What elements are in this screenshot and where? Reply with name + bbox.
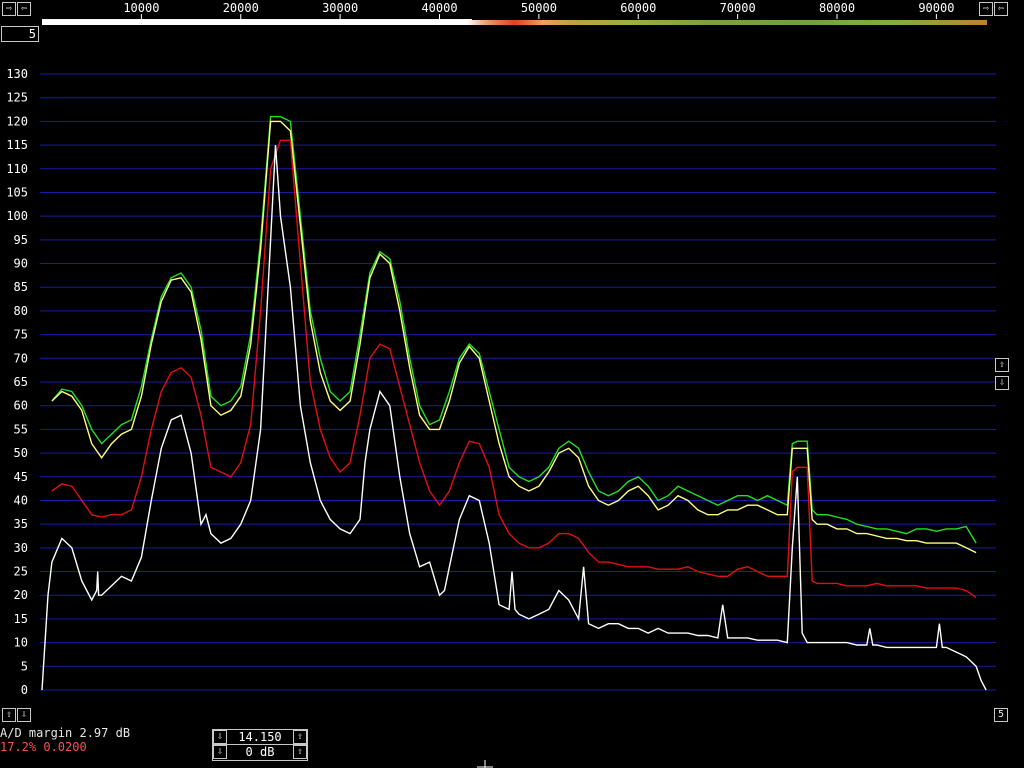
y-tick-label: 35: [14, 517, 28, 531]
ad-margin-label: A/D margin 2.97 dB: [0, 726, 131, 740]
white-spectrum-line: [41, 145, 987, 691]
top-axis-tick: 10000: [123, 1, 160, 15]
y-tick-label: 5: [21, 659, 28, 673]
y-tick-label: 80: [14, 304, 28, 318]
spectrum-chart: 0 5 10 15 20 25 30 35 40 45 50 55 60 65 70 75 80 85 90 95 10…: [6, 14, 996, 697]
scroll-left-button-end[interactable]: ⇦: [994, 2, 1008, 16]
y-tick-label: 30: [14, 541, 28, 555]
top-axis-tick: 50000: [520, 1, 557, 15]
frequency-cursor: [477, 760, 493, 768]
y-tick-label: 95: [14, 233, 28, 247]
down-arrow-icon: ⇩: [216, 746, 224, 757]
top-axis-tick: 20000: [222, 1, 259, 15]
value-up-button[interactable]: ⇧: [293, 730, 307, 744]
green-spectrum-line: [51, 115, 977, 544]
y-tick-label: 50: [14, 446, 28, 460]
down-arrow-icon: ⇩: [998, 377, 1006, 388]
right-arrow-icon: ⇨: [5, 3, 13, 14]
y-tick-label: 25: [14, 565, 28, 579]
y-tick-label: 55: [14, 422, 28, 436]
top-axis-tick: 40000: [421, 1, 458, 15]
up-arrow-icon: ⇧: [5, 709, 13, 720]
top-axis-tick: 60000: [620, 1, 657, 15]
corner-box[interactable]: 5: [994, 708, 1008, 722]
y-tick-label: 85: [14, 280, 28, 294]
zoom-box[interactable]: 5: [1, 26, 39, 42]
up-arrow-icon: ⇧: [296, 731, 304, 742]
y-tick-label: 40: [14, 493, 28, 507]
y-tick-label: 15: [14, 612, 28, 626]
top-axis-tick: 90000: [918, 1, 955, 15]
y-tick-label: 75: [14, 328, 28, 342]
y-tick-label: 110: [6, 162, 28, 176]
y-tick-label: 70: [14, 351, 28, 365]
top-axis-tick: 80000: [818, 1, 856, 15]
down-arrow-icon: ⇩: [216, 731, 224, 742]
y-tick-label: 130: [6, 67, 28, 81]
gain-value: 0 dB: [245, 745, 275, 759]
scroll-left-button[interactable]: ⇦: [17, 2, 31, 16]
y-tick-label: 60: [14, 399, 28, 413]
zoom-value: 5: [28, 27, 36, 41]
y-tick-label: 105: [6, 185, 28, 199]
waterfall-strip: [42, 20, 987, 25]
y-tick-label: 65: [14, 375, 28, 389]
corner-value: 5: [997, 709, 1005, 720]
down-arrow-icon: ⇩: [20, 709, 28, 720]
y-tick-label: 90: [14, 257, 28, 271]
gain-up-button[interactable]: ⇧: [293, 745, 307, 759]
right-arrow-icon: ⇨: [982, 3, 990, 14]
frequency-value: 14.150: [238, 730, 282, 744]
value-down-button[interactable]: ⇩: [213, 730, 227, 744]
yellow-spectrum-line: [51, 120, 977, 554]
y-up-button[interactable]: ⇧: [2, 708, 16, 722]
top-axis-tick: 30000: [322, 1, 359, 15]
scroll-right-button-end[interactable]: ⇨: [979, 2, 993, 16]
stats-label: 17.2% 0.0200: [0, 740, 87, 754]
up-arrow-icon: ⇧: [296, 746, 304, 757]
y-tick-label: 125: [6, 91, 28, 105]
top-axis-tick: 70000: [719, 1, 756, 15]
left-arrow-icon: ⇦: [20, 3, 28, 14]
y-down-button[interactable]: ⇩: [17, 708, 31, 722]
y-tick-label: 20: [14, 588, 28, 602]
y-tick-label: 115: [6, 138, 28, 152]
scroll-right-button[interactable]: ⇨: [2, 2, 16, 16]
y-tick-label: 45: [14, 470, 28, 484]
level-up-button[interactable]: ⇧: [995, 358, 1009, 372]
y-tick-label: 100: [6, 209, 28, 223]
left-arrow-icon: ⇦: [997, 3, 1005, 14]
up-arrow-icon: ⇧: [998, 359, 1006, 370]
y-tick-label: 120: [6, 114, 28, 128]
level-down-button[interactable]: ⇩: [995, 376, 1009, 390]
y-tick-label: 10: [14, 636, 28, 650]
y-tick-label: 0: [21, 683, 28, 697]
gain-down-button[interactable]: ⇩: [213, 745, 227, 759]
